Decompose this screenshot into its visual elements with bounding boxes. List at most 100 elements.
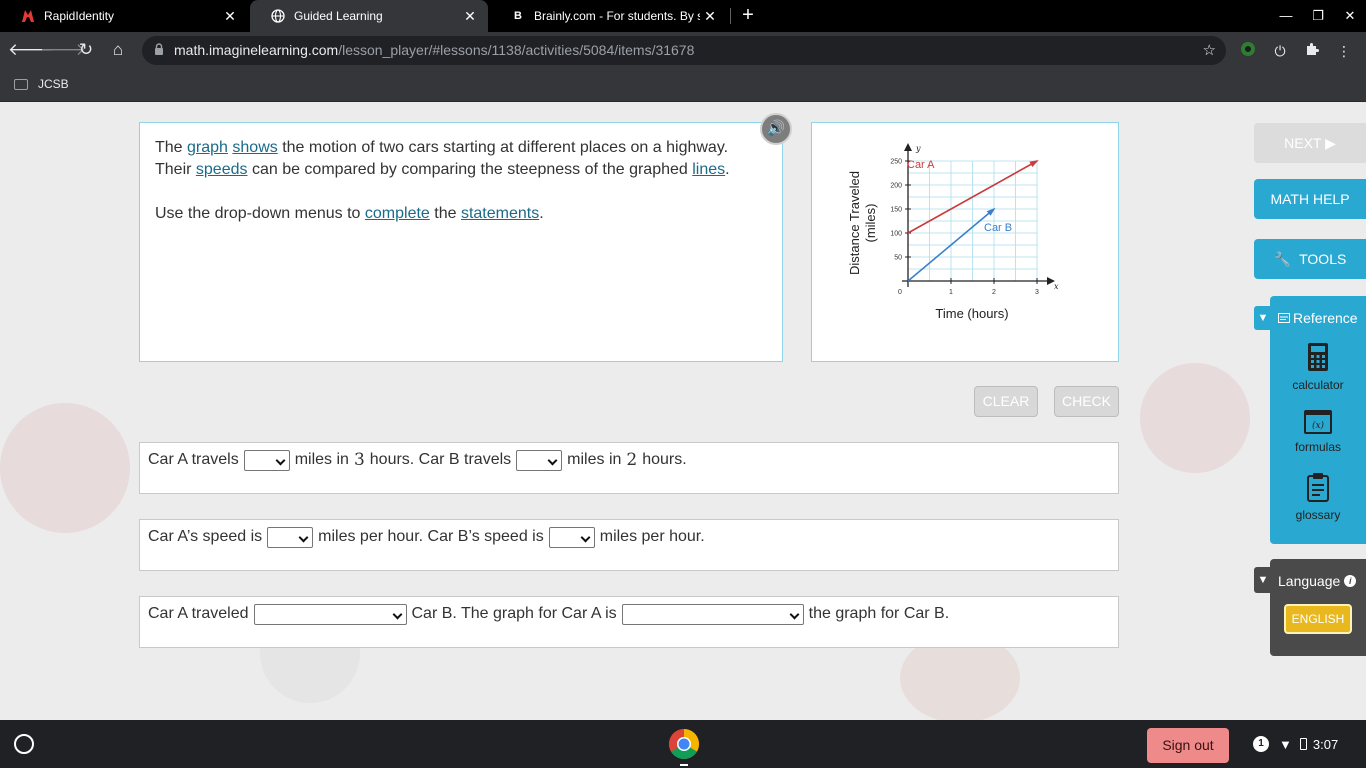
tab-title: Guided Learning	[294, 9, 383, 23]
status-tray[interactable]: 1 ▼ 3:07	[1245, 730, 1338, 758]
home-icon[interactable]: ⌂	[104, 36, 132, 64]
forward-arrow-icon[interactable]: 🡒	[40, 36, 86, 64]
lock-icon	[155, 43, 163, 55]
x-tick-label: 3	[1035, 289, 1039, 296]
tab-title: Brainly.com - For students. By st	[534, 9, 700, 23]
window-close-icon[interactable]: ✕	[1334, 0, 1366, 32]
calculator-icon	[1308, 343, 1328, 371]
bookmarks-bar: JCSB	[0, 70, 1366, 102]
car-a-distance-dropdown[interactable]	[243, 449, 290, 471]
comparison-dropdown[interactable]	[253, 603, 407, 625]
clipboard-glossary-icon	[1307, 473, 1329, 502]
address-bar[interactable]: math.imaginelearning.com/lesson_player/#…	[142, 36, 1226, 65]
tab-brainly[interactable]: B Brainly.com - For students. By st ✕	[490, 0, 728, 32]
prompt-text: the	[429, 205, 461, 222]
new-tab-plus-icon[interactable]: +	[736, 4, 760, 28]
folder-icon	[14, 78, 28, 90]
next-button[interactable]: NEXT ▶	[1254, 123, 1366, 163]
distance-time-chart: 0 1 2 3 50 100 150 200 250 Car A Car B Time (hou…	[847, 143, 1059, 321]
car-b-speed-dropdown[interactable]	[548, 526, 595, 548]
tab-strip: RapidIdentity ✕ Guided Learning ✕ B Brai…	[0, 0, 1366, 32]
language-header: Language i	[1278, 573, 1357, 589]
reload-icon[interactable]: ↻	[72, 36, 100, 64]
steepness-dropdown[interactable]	[621, 603, 804, 625]
calculator-tool[interactable]: calculator	[1270, 342, 1366, 392]
x-tick-label: 0	[898, 289, 902, 296]
y-axis-letter: y	[915, 144, 921, 153]
launcher-icon[interactable]	[14, 734, 34, 754]
prompt-sentence-1: The graph shows the motion of two cars s…	[155, 137, 767, 181]
close-icon[interactable]: ✕	[460, 8, 480, 25]
language-panel: Language i ENGLISH	[1270, 559, 1366, 656]
glossary-link-lines[interactable]: lines	[692, 161, 725, 178]
lesson-content: The graph shows the motion of two cars s…	[0, 103, 1366, 720]
glossary-label: glossary	[1295, 508, 1341, 522]
back-arrow-icon[interactable]: 🡐	[8, 36, 54, 64]
speaker-audio-icon[interactable]: 🔊	[760, 113, 792, 145]
wrench-icon: 🔧	[1273, 250, 1292, 267]
tab-title: RapidIdentity	[44, 9, 115, 23]
car-a-speed-dropdown[interactable]	[267, 526, 314, 548]
prompt-sentence-2: Use the drop-down menus to complete the …	[155, 203, 767, 225]
extension-green-icon[interactable]	[1238, 41, 1258, 61]
reference-label: Reference	[1293, 310, 1358, 326]
close-icon[interactable]: ✕	[700, 8, 720, 25]
glossary-link-shows[interactable]: shows	[232, 139, 277, 156]
os-shelf: Sign out 1 ▼ 3:07	[0, 720, 1366, 768]
glossary-link-complete[interactable]: complete	[365, 205, 430, 222]
minimize-icon[interactable]: —	[1270, 0, 1302, 32]
statement-2: Car A’s speed is miles per hour. Car B’s…	[139, 519, 1119, 571]
glossary-link-statements[interactable]: statements	[461, 205, 539, 222]
y-tick-label: 150	[890, 207, 902, 214]
y-axis-arrow	[904, 143, 912, 151]
url-host: math.imaginelearning.com	[174, 42, 339, 58]
chrome-app-icon[interactable]	[668, 728, 700, 760]
clear-button[interactable]: CLEAR	[974, 386, 1038, 417]
car-b-distance-dropdown[interactable]	[516, 449, 563, 471]
x-tick-label: 1	[949, 289, 953, 296]
statement-text: miles in	[294, 451, 349, 468]
y-axis-title-line1: Distance Traveled	[847, 171, 862, 275]
browser-toolbar: 🡐 🡒 ↻ ⌂ math.imaginelearning.com/lesson_…	[0, 32, 1366, 70]
english-button[interactable]: ENGLISH	[1284, 604, 1352, 634]
y-tick-label: 50	[894, 255, 902, 262]
glossary-link-graph[interactable]: graph	[187, 139, 228, 156]
graph-box: 0 1 2 3 50 100 150 200 250 Car A Car B Time (hou…	[811, 122, 1119, 362]
bookmark-folder-jcsb[interactable]: JCSB	[14, 77, 69, 91]
tab-guided-learning[interactable]: Guided Learning ✕	[250, 0, 488, 32]
prompt-text: Use the drop-down menus to	[155, 205, 365, 222]
puzzle-extensions-icon[interactable]	[1302, 41, 1322, 61]
globe-icon	[270, 8, 286, 24]
prompt-text: can be compared by comparing the steepne…	[247, 161, 693, 178]
chart-series	[907, 160, 1039, 282]
tab-rapididentity[interactable]: RapidIdentity ✕	[0, 0, 248, 32]
statement-text: hours. Car B travels	[369, 451, 512, 468]
statement-text: Car A travels	[148, 451, 239, 468]
y-axis-title-group: Distance Traveled (miles)	[847, 171, 878, 275]
tools-button[interactable]: 🔧 TOOLS	[1254, 239, 1366, 279]
power-icon[interactable]: ⏻	[1270, 41, 1290, 61]
menu-kebab-icon[interactable]: ⋮	[1334, 41, 1354, 61]
url-text: math.imaginelearning.com/lesson_player/#…	[174, 42, 694, 58]
glossary-tool[interactable]: glossary	[1270, 472, 1366, 522]
reference-header[interactable]: Reference	[1278, 310, 1358, 326]
bookmark-star-icon[interactable]: ☆	[1203, 41, 1216, 59]
glossary-link-speeds[interactable]: speeds	[196, 161, 248, 178]
tools-label: TOOLS	[1299, 251, 1347, 267]
check-button[interactable]: CHECK	[1054, 386, 1119, 417]
rapididentity-favicon-icon	[20, 8, 36, 24]
statement-text: Car A traveled	[148, 605, 249, 622]
statement-number: 2	[626, 450, 638, 470]
close-icon[interactable]: ✕	[220, 8, 240, 25]
maximize-icon[interactable]: ❐	[1302, 0, 1334, 32]
sign-out-button[interactable]: Sign out	[1147, 728, 1229, 763]
info-icon[interactable]: i	[1344, 575, 1357, 587]
y-tick-label: 100	[890, 231, 902, 238]
math-help-button[interactable]: MATH HELP	[1254, 179, 1366, 219]
formulas-tool[interactable]: (x) formulas	[1270, 410, 1366, 454]
y-tick-label: 200	[890, 183, 902, 190]
reference-panel: Reference calculator (x) formulas glossa…	[1270, 296, 1366, 544]
svg-text:(x): (x)	[1312, 420, 1325, 431]
chart-grid	[907, 160, 1038, 282]
prompt-box: The graph shows the motion of two cars s…	[139, 122, 783, 362]
